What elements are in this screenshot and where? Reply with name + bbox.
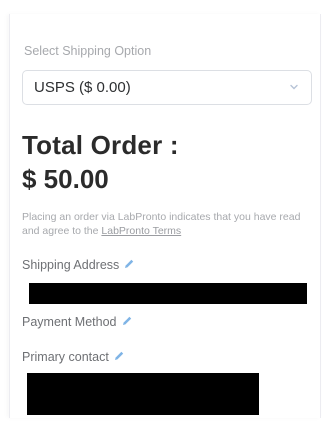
terms-notice: Placing an order via LabPronto indicates… <box>22 210 314 238</box>
payment-method-label-text: Payment Method <box>22 315 117 329</box>
primary-contact-label-text: Primary contact <box>22 350 109 364</box>
pencil-icon[interactable] <box>113 350 125 362</box>
total-order-label: Total Order : <box>22 130 179 160</box>
shipping-address-label: Shipping Address <box>22 258 135 272</box>
chevron-down-icon <box>290 84 298 90</box>
total-order-value: $ 50.00 <box>22 164 109 194</box>
redacted-primary-contact <box>27 373 259 415</box>
redacted-shipping-address <box>29 283 307 304</box>
shipping-address-label-text: Shipping Address <box>22 258 120 272</box>
shipping-option-value: USPS ($ 0.00) <box>34 79 131 96</box>
payment-method-label: Payment Method <box>22 315 133 329</box>
pencil-icon[interactable] <box>123 258 135 270</box>
terms-link[interactable]: LabPronto Terms <box>101 225 181 237</box>
shipping-option-label: Select Shipping Option <box>24 44 152 58</box>
pencil-icon[interactable] <box>121 315 133 327</box>
shipping-option-select[interactable]: USPS ($ 0.00) <box>22 70 312 105</box>
primary-contact-label: Primary contact <box>22 350 125 364</box>
